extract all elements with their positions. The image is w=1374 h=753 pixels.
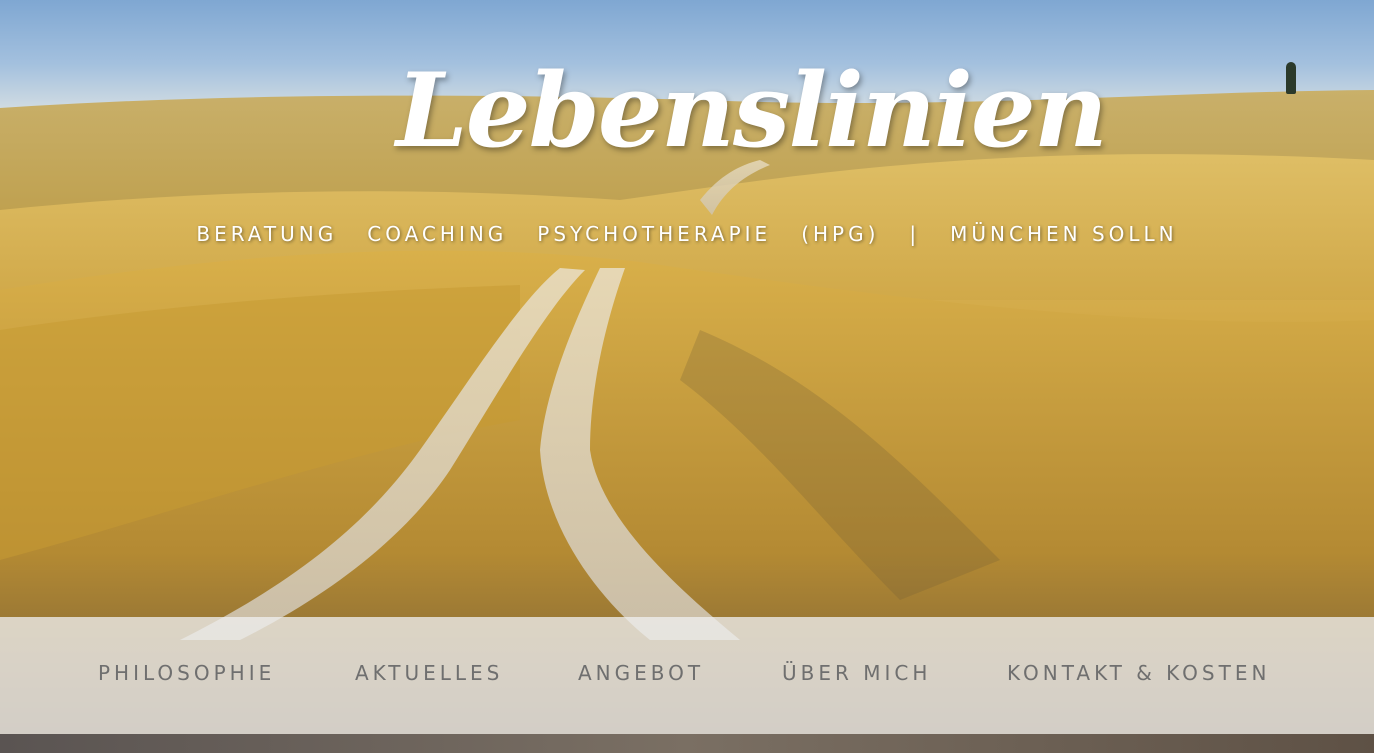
nav-item-philosophie[interactable]: PHILOSOPHIE bbox=[98, 661, 275, 685]
tagline-item-beratung: BERATUNG bbox=[196, 222, 338, 246]
bottom-image-strip bbox=[0, 734, 1374, 753]
cypress-tree-image bbox=[1286, 62, 1296, 94]
tagline-item-coaching: COACHING bbox=[367, 222, 508, 246]
tagline-item-location: MÜNCHEN SOLLN bbox=[950, 222, 1178, 246]
main-navigation: PHILOSOPHIE AKTUELLES ANGEBOT ÜBER MICH … bbox=[0, 617, 1374, 734]
nav-item-ueber-mich[interactable]: ÜBER MICH bbox=[782, 661, 931, 685]
tagline-separator: | bbox=[909, 222, 921, 246]
tagline: BERATUNG COACHING PSYCHOTHERAPIE (HPG) |… bbox=[150, 222, 1224, 246]
hero-section: Lebenslinien BERATUNG COACHING PSYCHOTHE… bbox=[0, 0, 1374, 753]
nav-item-aktuelles[interactable]: AKTUELLES bbox=[355, 661, 503, 685]
tagline-item-hpg: (HPG) bbox=[801, 222, 880, 246]
nav-item-angebot[interactable]: ANGEBOT bbox=[578, 661, 704, 685]
tagline-item-psychotherapie: PSYCHOTHERAPIE bbox=[537, 222, 772, 246]
site-logo[interactable]: Lebenslinien bbox=[396, 36, 1108, 186]
nav-item-kontakt-kosten[interactable]: KONTAKT & KOSTEN bbox=[1007, 661, 1270, 685]
